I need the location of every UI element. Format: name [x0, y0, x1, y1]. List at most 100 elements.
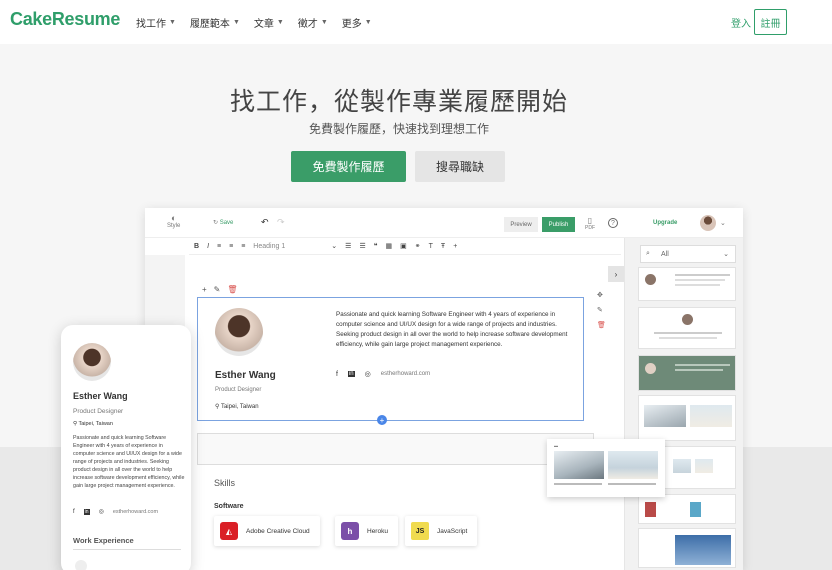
chevron-down-icon: ▼ [169, 19, 176, 26]
pdf-button[interactable]: ▯ PDF [585, 216, 595, 231]
menu-label: 文章 [253, 19, 274, 30]
publish-button[interactable]: Publish [542, 217, 575, 232]
facebook-icon[interactable]: f [336, 371, 338, 378]
table-icon[interactable]: ▦ [386, 242, 393, 250]
thumb-avatar [645, 274, 656, 285]
template-thumbnail[interactable] [638, 494, 736, 524]
trash-icon[interactable]: 🗑 [597, 321, 606, 329]
trash-icon[interactable]: 🗑 [227, 285, 237, 294]
template-thumbnail[interactable] [638, 307, 736, 349]
template-thumbnail[interactable] [638, 528, 736, 568]
create-resume-button[interactable]: 免費製作履歷 [291, 151, 406, 182]
empty-block[interactable] [197, 433, 594, 465]
website-link[interactable]: estherhoward.com [113, 509, 158, 515]
edit-icon[interactable]: ✎ [214, 285, 221, 294]
align-left-icon[interactable]: ≡ [217, 243, 221, 250]
upgrade-link[interactable]: Upgrade [653, 220, 677, 226]
avatar[interactable] [700, 215, 716, 231]
gallery-image [554, 451, 604, 479]
quote-icon[interactable]: ❝ [374, 242, 378, 250]
thumb-line [654, 332, 722, 334]
align-right-icon[interactable]: ≡ [241, 243, 245, 250]
menu-resume-templates[interactable]: 履歷範本 ▼ [190, 15, 240, 30]
ordered-list-icon[interactable]: ☰ [345, 242, 351, 250]
align-center-icon[interactable]: ≡ [229, 243, 233, 250]
hero-subtitle: 免費製作履歷，快速找到理想工作 [308, 122, 489, 136]
search-jobs-button[interactable]: 搜尋職缺 [415, 151, 505, 182]
location-text: Taipei, Taiwan [220, 404, 259, 410]
website-link[interactable]: estherhoward.com [381, 371, 430, 377]
bold-icon[interactable]: B [194, 243, 199, 250]
style-label: Style [167, 223, 181, 229]
thumb-image [695, 459, 713, 473]
chevron-right-icon[interactable]: › [608, 266, 624, 282]
thumb-line [675, 284, 720, 286]
login-link[interactable]: 登入 [731, 15, 751, 30]
help-icon[interactable]: ? [608, 218, 618, 228]
add-icon[interactable]: + [202, 285, 207, 294]
instagram-icon[interactable]: ◎ [365, 370, 371, 378]
logo[interactable]: CakeResume [10, 9, 120, 30]
adobe-icon: ◭ [220, 522, 238, 540]
menu-recruiting[interactable]: 徵才 ▼ [298, 15, 328, 30]
preview-button[interactable]: Preview [504, 217, 538, 232]
thumb-image [690, 405, 732, 427]
editor-topbar: ◐ Style ↻ Save ↶ ↷ Preview Publish ▯ PDF… [145, 208, 743, 238]
link-icon[interactable]: ⚭ [415, 242, 421, 250]
software-heading: Software [214, 503, 244, 510]
card-tag: ▬ [554, 443, 558, 448]
linkedin-icon[interactable]: in [347, 371, 355, 377]
chevron-down-icon: ⌄ [723, 251, 729, 258]
chevron-down-icon: ▼ [276, 19, 284, 26]
image-icon[interactable]: ▣ [400, 242, 407, 250]
block-side-tools: ✥ ✎ 🗑 [597, 291, 606, 329]
javascript-icon: JS [411, 522, 429, 540]
skill-chip[interactable]: h Heroku [335, 516, 398, 546]
palette-icon: ◐ [170, 213, 177, 223]
save-button[interactable]: ↻ Save [213, 219, 233, 226]
menu-more[interactable]: 更多 ▼ [342, 15, 372, 30]
resume-editor-preview: ◐ Style ↻ Save ↶ ↷ Preview Publish ▯ PDF… [145, 208, 743, 570]
skill-chip[interactable]: ◭ Adobe Creative Cloud [214, 516, 320, 546]
clear-format-icon[interactable]: Ŧ [441, 243, 445, 250]
edit-icon[interactable]: ✎ [597, 306, 606, 314]
style-button[interactable]: ◐ Style [167, 213, 180, 229]
profile-photo [73, 343, 111, 381]
redo-icon[interactable]: ↷ [277, 217, 285, 228]
move-icon[interactable]: ✥ [597, 291, 606, 299]
undo-icon[interactable]: ↶ [261, 217, 269, 228]
template-thumbnail[interactable] [638, 267, 736, 301]
profile-bio: Passionate and quick learning Software E… [336, 311, 568, 348]
map-pin-icon: ⚲ [215, 404, 220, 410]
menu-articles[interactable]: 文章 ▼ [254, 15, 284, 30]
template-filter-select[interactable]: All ⌄ ⌕ [640, 245, 736, 263]
thumb-image [644, 405, 686, 427]
chevron-down-icon[interactable]: ⌄ [331, 242, 337, 250]
linkedin-icon[interactable]: in [83, 508, 90, 515]
add-block-icon[interactable]: + [377, 415, 387, 425]
template-thumbnail[interactable] [638, 355, 736, 391]
chevron-down-icon[interactable]: ⌄ [720, 219, 726, 227]
skills-heading: Skills [214, 478, 236, 488]
thumb-line [675, 279, 725, 281]
italic-icon[interactable]: I [207, 243, 209, 250]
template-thumbnail[interactable] [638, 395, 736, 441]
heading-select[interactable]: Heading 1 [253, 243, 323, 250]
profile-name: Esther Wang [73, 391, 128, 401]
skill-name: Adobe Creative Cloud [246, 527, 310, 535]
profile-location: ⚲ Taipei, Taiwan [215, 403, 259, 410]
filter-label: All [661, 250, 669, 258]
menu-label: 找工作 [136, 19, 166, 30]
bullet-list-icon[interactable]: ☰ [359, 242, 365, 250]
chevron-down-icon: ▼ [232, 19, 240, 26]
facebook-icon[interactable]: f [73, 509, 75, 515]
thumb-line [675, 369, 723, 371]
skill-chip[interactable]: JS JavaScript [405, 516, 478, 546]
text-color-icon[interactable]: T [429, 243, 433, 250]
signup-button[interactable]: 註冊 [754, 9, 787, 35]
sync-icon: ↻ [213, 220, 219, 226]
add-icon[interactable]: + [453, 243, 457, 250]
instagram-icon[interactable]: ◎ [99, 508, 104, 515]
menu-find-jobs[interactable]: 找工作 ▼ [136, 15, 176, 30]
profile-block[interactable]: Esther Wang Product Designer ⚲ Taipei, T… [197, 297, 584, 421]
